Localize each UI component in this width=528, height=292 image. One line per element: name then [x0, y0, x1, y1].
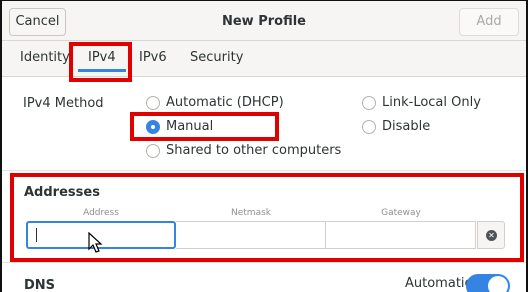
clear-row-button[interactable]: ✕ [477, 221, 505, 249]
dns-automatic-switch[interactable] [466, 274, 510, 292]
radio-link-local-only[interactable]: Link-Local Only [362, 95, 481, 110]
header-bar: Cancel New Profile Add [2, 1, 526, 41]
tab-bar: Identity IPv4 IPv6 Security [2, 41, 526, 77]
tab-security[interactable]: Security [190, 50, 243, 65]
radio-indicator[interactable] [146, 95, 160, 110]
clear-row-icon[interactable]: ✕ [486, 230, 497, 241]
add-button[interactable]: Add [459, 8, 519, 36]
radio-label: Shared to other computers [166, 143, 342, 158]
radio-label: Manual [166, 119, 214, 134]
text-caret [36, 228, 37, 242]
column-header-address: Address [83, 208, 119, 218]
tab-selected-indicator [78, 69, 126, 72]
ipv4-method-label-text: IPv4 Method [23, 96, 104, 111]
tab-ipv6[interactable]: IPv6 [139, 50, 167, 65]
radio-indicator[interactable] [362, 119, 376, 134]
radio-shared[interactable]: Shared to other computers [146, 143, 341, 158]
section-divider [2, 170, 526, 171]
dialog-title: New Profile [221, 14, 306, 29]
radio-automatic-dhcp[interactable]: Automatic (DHCP) [146, 95, 284, 110]
radio-indicator[interactable] [362, 95, 376, 110]
switch-knob [488, 276, 508, 292]
gateway-input[interactable] [326, 221, 476, 249]
column-header-netmask: Netmask [231, 208, 271, 218]
radio-disable[interactable]: Disable [362, 119, 430, 134]
radio-indicator-checked[interactable] [146, 119, 160, 134]
dns-automatic-label: Automatic [405, 276, 472, 291]
radio-label: Disable [382, 119, 431, 134]
radio-manual[interactable]: Manual [146, 119, 213, 134]
tab-identity[interactable]: Identity [20, 50, 70, 65]
addresses-title: Addresses [24, 185, 100, 200]
radio-label: Automatic (DHCP) [166, 95, 284, 110]
radio-indicator[interactable] [146, 143, 160, 158]
tab-ipv4[interactable]: IPv4 [88, 50, 116, 65]
dns-title: DNS [24, 278, 56, 292]
mouse-pointer-icon [88, 232, 103, 253]
netmask-input[interactable] [176, 221, 326, 249]
section-divider [2, 262, 526, 263]
column-header-gateway: Gateway [381, 208, 421, 218]
ipv4-method-label: IPv4 Method [23, 96, 104, 111]
radio-label: Link-Local Only [382, 95, 481, 110]
